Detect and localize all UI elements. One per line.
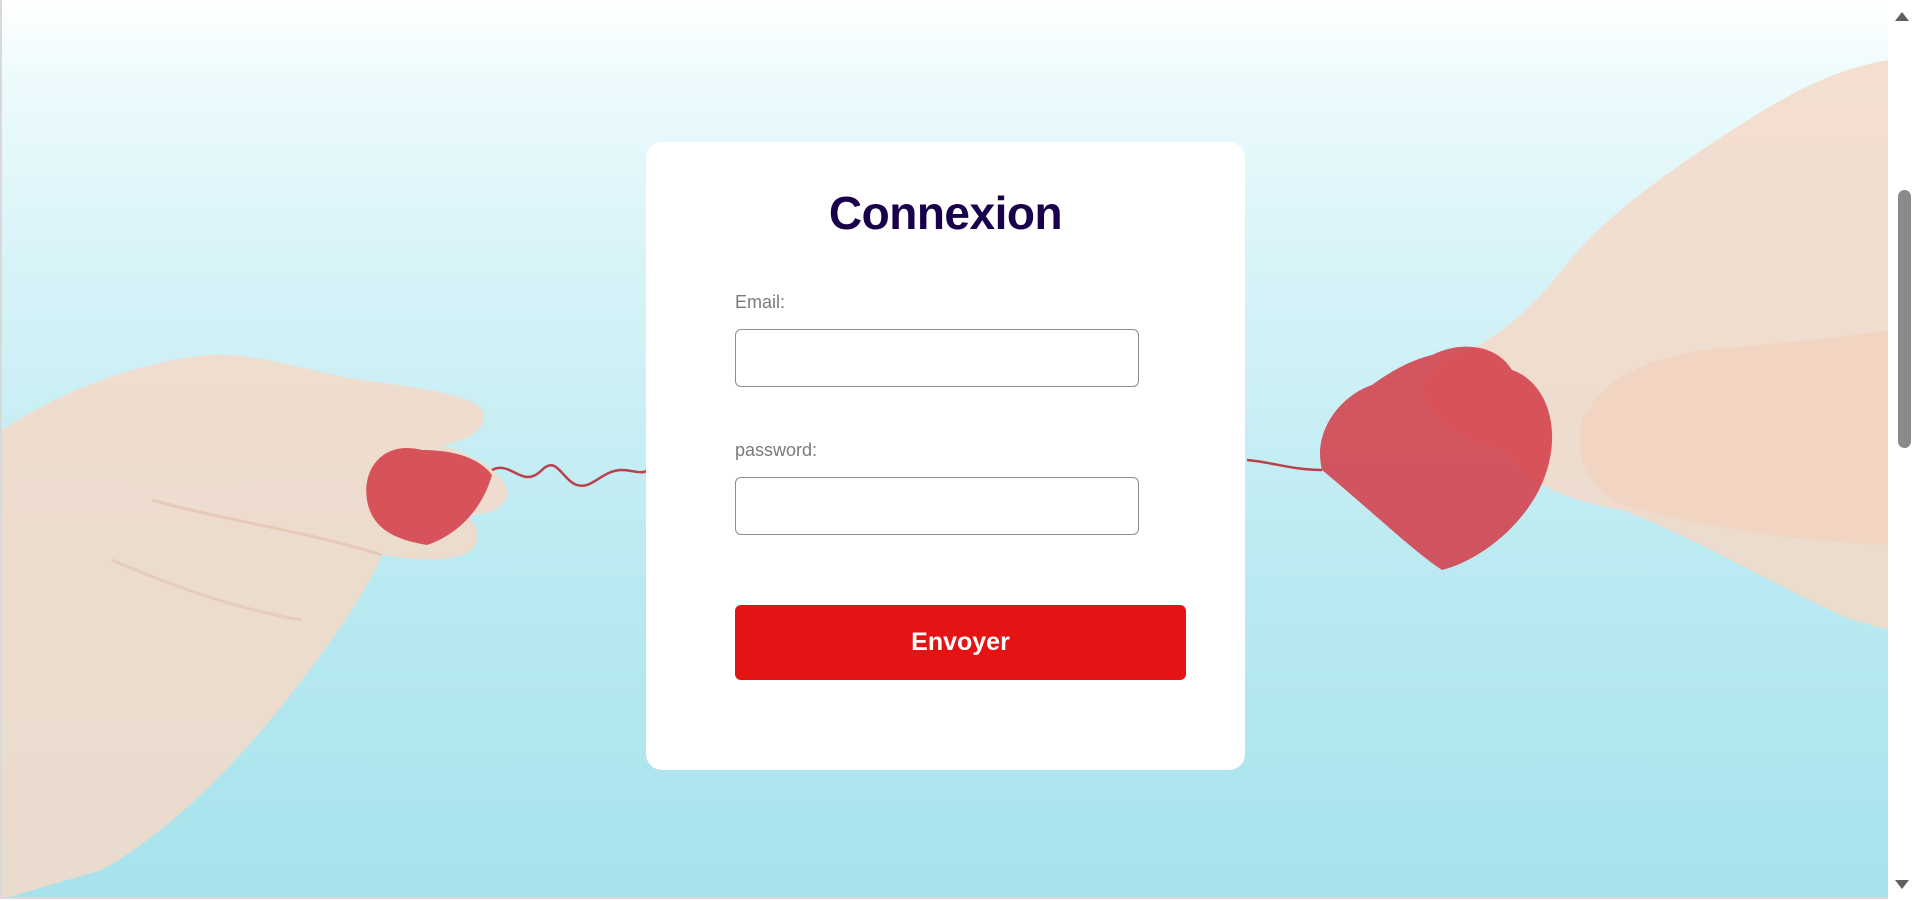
login-title: Connexion bbox=[828, 187, 1063, 239]
password-label: password: bbox=[735, 440, 818, 460]
vertical-scrollbar[interactable] bbox=[1888, 0, 1917, 899]
left-hand-illustration bbox=[2, 354, 508, 897]
login-card: Connexion Email: password: Envoyer bbox=[646, 142, 1245, 770]
right-yarn-heart bbox=[1320, 346, 1553, 570]
email-label: Email: bbox=[735, 292, 786, 312]
email-input[interactable] bbox=[735, 329, 1139, 387]
left-yarn-heart bbox=[366, 448, 649, 545]
scroll-up-arrow-icon[interactable] bbox=[1895, 12, 1909, 21]
submit-button[interactable]: Envoyer bbox=[735, 605, 1186, 680]
scrollbar-thumb[interactable] bbox=[1898, 190, 1911, 448]
scroll-down-arrow-icon[interactable] bbox=[1895, 880, 1909, 889]
password-input[interactable] bbox=[735, 477, 1139, 535]
